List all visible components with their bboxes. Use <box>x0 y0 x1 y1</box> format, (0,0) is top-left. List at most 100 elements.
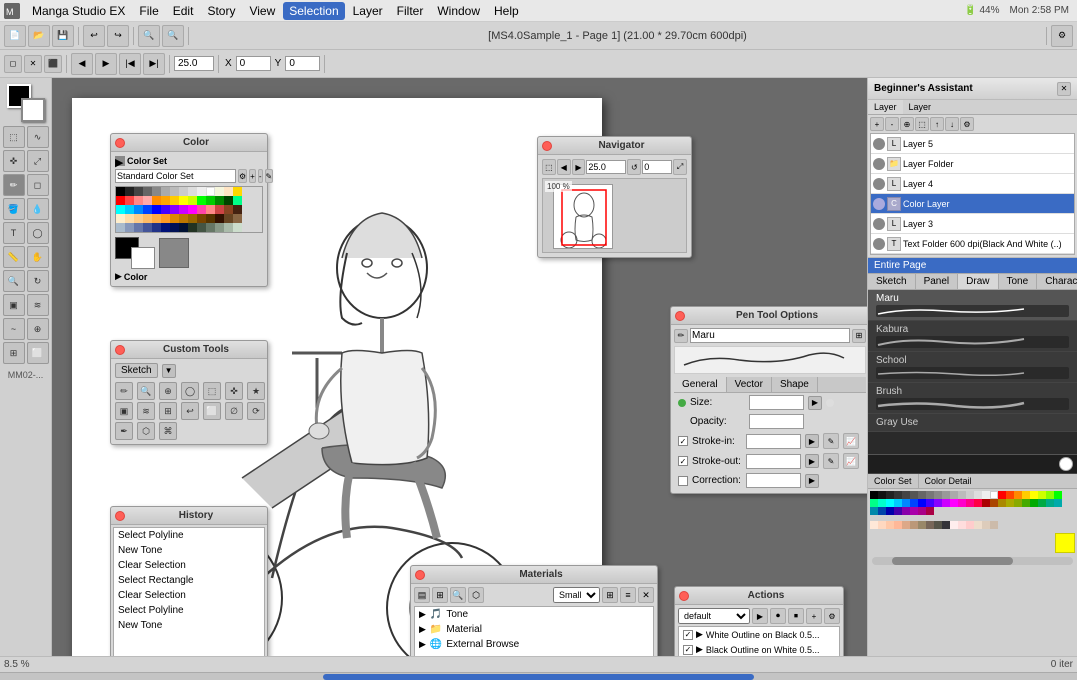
pen-name-input[interactable] <box>690 328 850 343</box>
mat-btn-3[interactable]: 🔍 <box>450 587 466 603</box>
layer-duplicate-btn[interactable]: ⬚ <box>915 117 929 131</box>
layer-4-eye[interactable] <box>873 178 885 190</box>
materials-close[interactable] <box>415 570 425 580</box>
stroke-out-edit-btn[interactable]: ✎ <box>823 453 839 469</box>
pen-tool[interactable]: ✏ <box>3 174 25 196</box>
marquee-tool[interactable]: ⬚ <box>3 126 25 148</box>
pen-settings-btn[interactable]: ⊞ <box>852 329 866 343</box>
bottom-scrollbar-thumb[interactable] <box>323 674 754 680</box>
nav-end-btn[interactable]: ▶| <box>143 53 165 75</box>
menu-window[interactable]: Window <box>431 2 486 20</box>
layer-down-btn[interactable]: ↓ <box>945 117 959 131</box>
layer-row-text[interactable]: T Text Folder 600 dpi(Black And White (.… <box>871 234 1074 254</box>
sketch-expand-btn[interactable]: ▼ <box>162 364 176 378</box>
frame-tool[interactable]: ⬜ <box>27 342 49 364</box>
ct-btn-14[interactable]: ⟳ <box>247 402 265 420</box>
nav-start-btn[interactable]: |◀ <box>119 53 141 75</box>
mat-btn-2[interactable]: ⊞ <box>432 587 448 603</box>
tab-vector[interactable]: Vector <box>727 377 772 392</box>
menu-edit[interactable]: Edit <box>167 2 200 20</box>
layer-folder-eye[interactable] <box>873 158 885 170</box>
materials-header[interactable]: Materials <box>411 566 657 584</box>
nav-prev-btn[interactable]: ◀ <box>71 53 93 75</box>
actions-settings-btn[interactable]: ⚙ <box>824 608 840 624</box>
menu-view[interactable]: View <box>243 2 281 20</box>
mat-size-select[interactable]: Small <box>553 587 600 603</box>
actions-close[interactable] <box>679 591 689 601</box>
new-btn[interactable]: 📄 <box>4 25 26 47</box>
stroke-in-arrow[interactable]: ▶ <box>805 434 819 448</box>
history-list[interactable]: Select Polyline New Tone Clear Selection… <box>113 527 265 656</box>
tab-tone[interactable]: Tone <box>999 274 1038 289</box>
layer-row-3[interactable]: L Layer 3 <box>871 214 1074 234</box>
layer-merge-btn[interactable]: ⊕ <box>900 117 914 131</box>
color-set-menu-btn[interactable]: ⚙ <box>238 169 247 183</box>
entire-page-indicator[interactable]: Entire Page <box>868 258 1077 274</box>
swatch-black[interactable] <box>116 187 125 196</box>
navigator-close[interactable] <box>542 141 552 151</box>
actions-play-btn[interactable]: ▶ <box>752 608 768 624</box>
color-set-edit-btn[interactable]: ✎ <box>265 169 274 183</box>
shape-tool[interactable]: ◯ <box>27 222 49 244</box>
layer-text-eye[interactable] <box>873 238 885 250</box>
ruler-tool[interactable]: 📏 <box>3 246 25 268</box>
y-field[interactable] <box>285 56 320 71</box>
ct-btn-16[interactable]: ⬡ <box>137 422 155 440</box>
bucket-tool[interactable]: ▣ <box>3 294 25 316</box>
menu-help[interactable]: Help <box>488 2 525 20</box>
mat-item-2[interactable]: ▶📁Material <box>415 622 653 637</box>
zoom-in-btn[interactable]: 🔍 <box>138 25 160 47</box>
action-item-2[interactable]: ▶Black Outline on White 0.5... <box>679 642 839 656</box>
pen-options-close[interactable] <box>675 311 685 321</box>
rotate-tool[interactable]: ↻ <box>27 270 49 292</box>
mat-btn-4[interactable]: ⬡ <box>468 587 484 603</box>
layer-row-5[interactable]: L Layer 5 <box>871 134 1074 154</box>
color-set-add-btn[interactable]: + <box>249 169 256 183</box>
history-item-3[interactable]: Clear Selection <box>114 558 264 573</box>
ct-btn-12[interactable]: ⬜ <box>203 402 221 420</box>
stroke-in-graph-btn[interactable]: 📈 <box>843 433 859 449</box>
nav-btn-3[interactable]: ▶ <box>572 159 586 175</box>
stroke-in-value[interactable]: 5.00 mm <box>746 434 801 449</box>
save-btn[interactable]: 💾 <box>52 25 74 47</box>
ct-btn-3[interactable]: ⊕ <box>159 382 177 400</box>
ct-btn-15[interactable]: ✒ <box>115 422 133 440</box>
ct-btn-8[interactable]: ▣ <box>115 402 133 420</box>
white-dot[interactable] <box>1059 457 1073 471</box>
nav-y-input[interactable] <box>642 160 672 174</box>
zoom-field[interactable] <box>174 56 214 71</box>
menu-filter[interactable]: Filter <box>391 2 430 20</box>
history-item-5[interactable]: Clear Selection <box>114 588 264 603</box>
history-item-1[interactable]: Select Polyline <box>114 528 264 543</box>
layer-row-folder[interactable]: 📁 Layer Folder <box>871 154 1074 174</box>
sketch-btn[interactable]: Sketch <box>115 363 158 378</box>
correction-value[interactable]: 5.0 <box>746 473 801 488</box>
nav-btn-2[interactable]: ◀ <box>557 159 571 175</box>
smudge-tool[interactable]: ~ <box>3 318 25 340</box>
text-tool[interactable]: T <box>3 222 25 244</box>
nav-btn-1[interactable]: ⬚ <box>542 159 556 175</box>
stroke-in-edit-btn[interactable]: ✎ <box>823 433 839 449</box>
actions-header[interactable]: Actions <box>675 587 843 605</box>
color-set-scrollbar[interactable] <box>872 557 1073 565</box>
zoom-out-btn[interactable]: 🔍 <box>162 25 184 47</box>
history-item-7[interactable]: New Tone <box>114 618 264 633</box>
undo-btn[interactable]: ↩ <box>83 25 105 47</box>
history-close[interactable] <box>115 511 125 521</box>
color-detail-tab[interactable]: Color Detail <box>919 474 978 488</box>
nav-zoom-input[interactable] <box>586 160 626 174</box>
blur-tool[interactable]: ≋ <box>27 294 49 316</box>
tab-character[interactable]: Character <box>1037 274 1077 289</box>
layer-tab-2[interactable]: Layer <box>903 100 938 114</box>
mat-item-3[interactable]: ▶🌐External Browse <box>415 637 653 652</box>
ct-btn-9[interactable]: ≋ <box>137 402 155 420</box>
assistant-close-btn[interactable]: ✕ <box>1057 82 1071 96</box>
transform-tool[interactable]: ⤢ <box>27 150 49 172</box>
nav-fullscreen-btn[interactable]: ⤢ <box>673 159 687 175</box>
menu-file[interactable]: File <box>133 2 164 20</box>
stroke-in-check[interactable] <box>678 436 688 446</box>
invert-btn[interactable]: ⬛ <box>44 55 62 73</box>
lasso-tool[interactable]: ∿ <box>27 126 49 148</box>
action-check-1[interactable] <box>683 630 693 640</box>
tab-draw[interactable]: Draw <box>958 274 998 289</box>
